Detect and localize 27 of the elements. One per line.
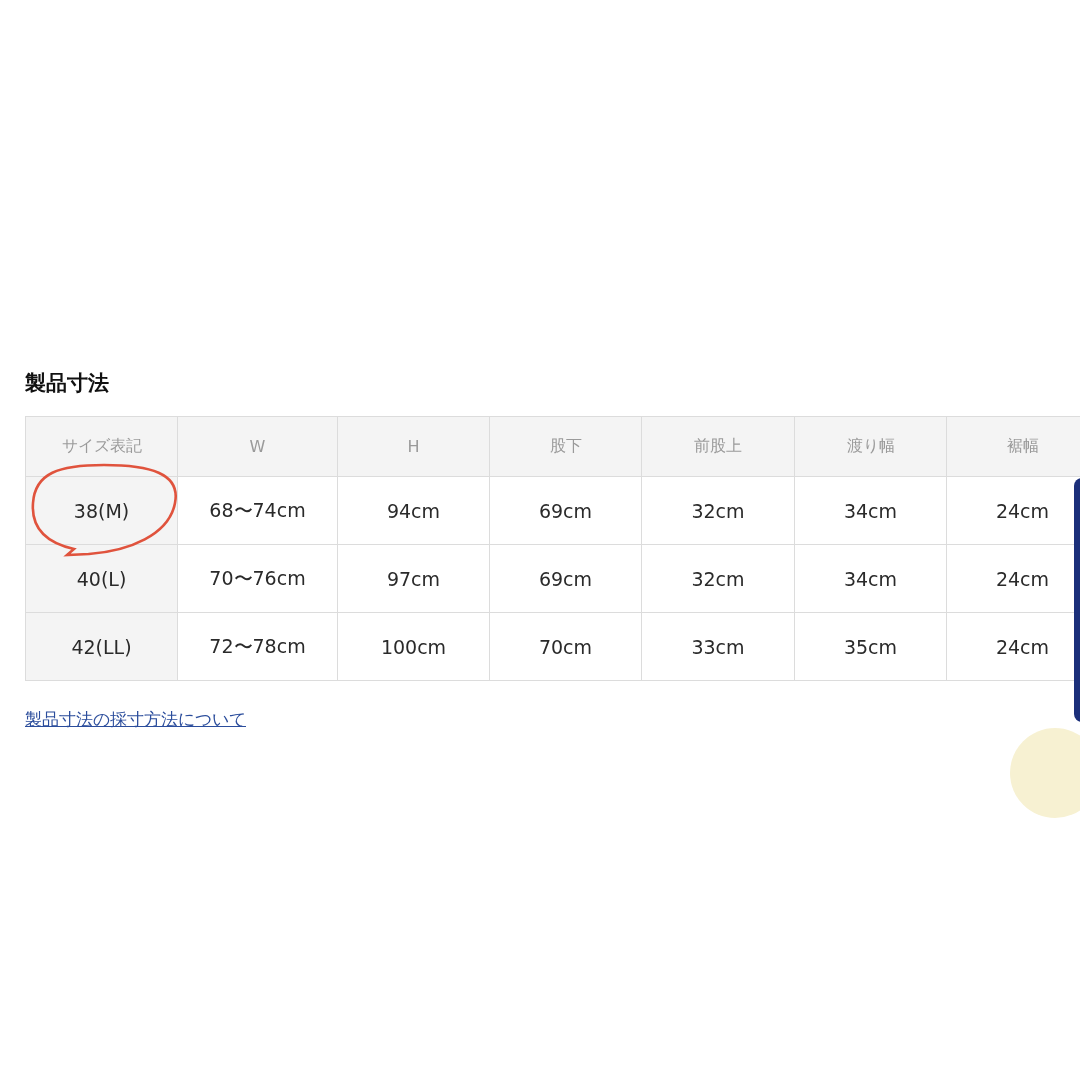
table-cell: 33cm: [641, 612, 795, 681]
table-cell: 72〜78cm: [177, 612, 338, 681]
table-cell: 40(L): [25, 544, 178, 613]
table-cell: 69cm: [489, 476, 642, 545]
measurement-link[interactable]: 製品寸法の採寸方法について: [25, 708, 246, 731]
table-cell: 94cm: [337, 476, 490, 545]
section-title: 製品寸法: [25, 370, 110, 397]
table-cell: 32cm: [641, 544, 795, 613]
table-cell: 70〜76cm: [177, 544, 338, 613]
column-header: 渡り幅: [794, 416, 947, 477]
table-cell: 35cm: [794, 612, 947, 681]
table-cell: 42(LL): [25, 612, 178, 681]
column-header: サイズ表記: [25, 416, 178, 477]
table-cell: 70cm: [489, 612, 642, 681]
floating-button[interactable]: [1010, 728, 1080, 818]
column-header: W: [177, 416, 338, 477]
table-cell: 34cm: [794, 544, 947, 613]
table-cell: 69cm: [489, 544, 642, 613]
table-cell: 100cm: [337, 612, 490, 681]
column-header: 前股上: [641, 416, 795, 477]
table-cell: 34cm: [794, 476, 947, 545]
column-header: 股下: [489, 416, 642, 477]
table-cell: 68〜74cm: [177, 476, 338, 545]
column-header: H: [337, 416, 490, 477]
table-cell: 97cm: [337, 544, 490, 613]
column-header: 裾幅: [946, 416, 1080, 477]
table-cell: 32cm: [641, 476, 795, 545]
